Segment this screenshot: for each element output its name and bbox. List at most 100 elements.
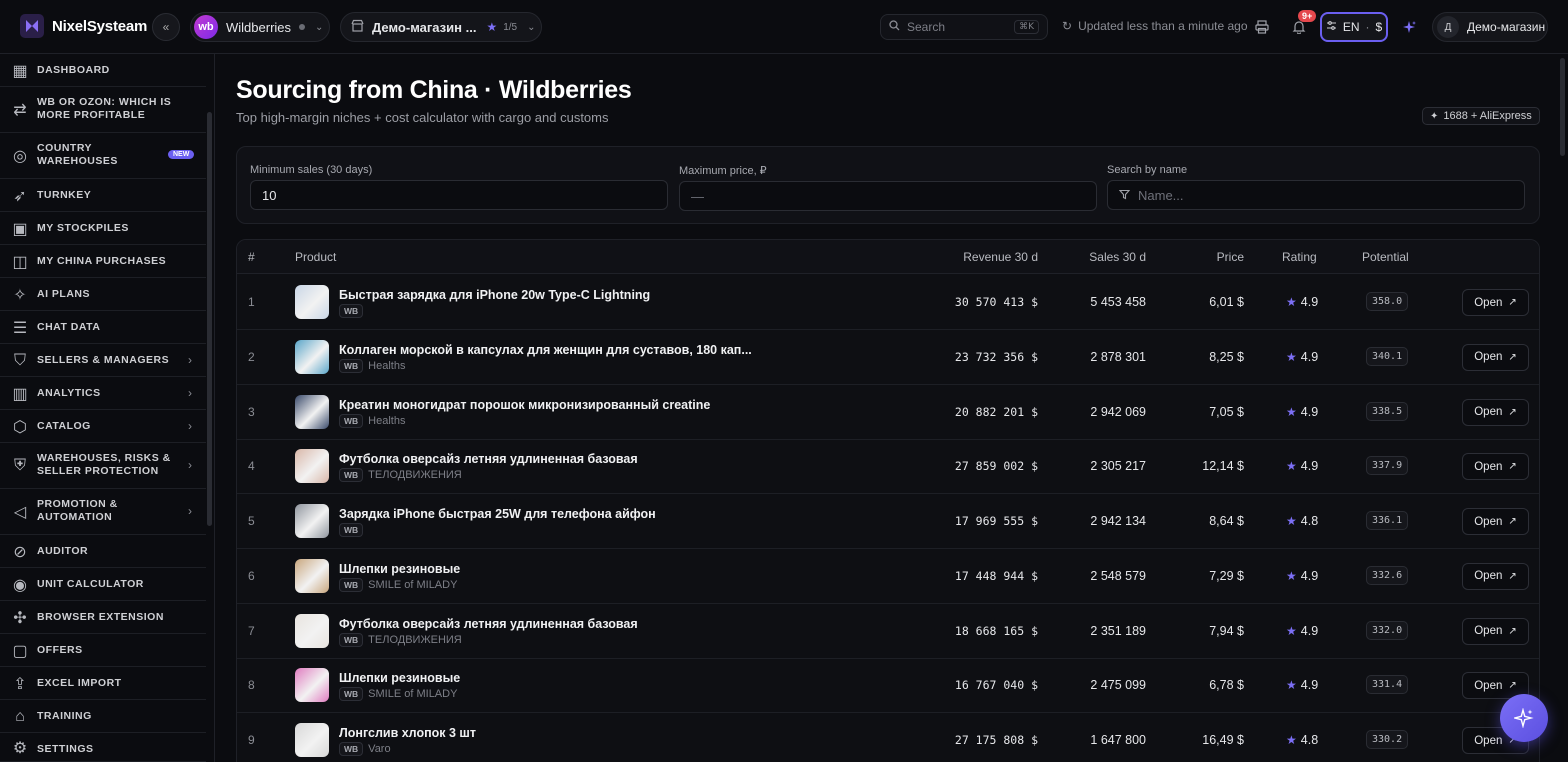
- sidebar-item-unit-calculator[interactable]: ◉ Unit calculator: [0, 568, 206, 601]
- product-thumbnail[interactable]: [295, 339, 329, 374]
- sidebar-item-analytics[interactable]: ▥ Analytics ›: [0, 377, 206, 410]
- open-button[interactable]: Open ↗: [1462, 617, 1529, 645]
- open-button[interactable]: Open ↗: [1462, 343, 1529, 371]
- column-potential[interactable]: Potential: [1362, 250, 1409, 264]
- sidebar-item-turnkey[interactable]: ➶ Turnkey: [0, 179, 206, 212]
- sales-cell: 2 548 579: [1090, 568, 1146, 583]
- column-product[interactable]: Product: [295, 250, 336, 264]
- column-revenue[interactable]: Revenue 30 d: [963, 250, 1038, 264]
- product-brand: ТЕЛОДВИЖЕНИЯ: [368, 469, 462, 482]
- table-row[interactable]: 5 Зарядка iPhone быстрая 25W для телефона…: [237, 494, 1539, 549]
- product-thumbnail[interactable]: [295, 449, 329, 484]
- product-thumbnail[interactable]: [295, 394, 329, 429]
- marketplace-tag: WB: [339, 742, 364, 756]
- sidebar-item-promotion-automation[interactable]: ◁ Promotion & Automation ›: [0, 489, 206, 535]
- globe-icon: ◎: [13, 148, 27, 165]
- name-search-input[interactable]: Name...: [1107, 180, 1525, 210]
- notifications-badge: 9+: [1298, 10, 1317, 22]
- table-row[interactable]: 7 Футболка оверсайз летняя удлиненная баз…: [237, 604, 1539, 659]
- product-thumbnail[interactable]: [295, 285, 329, 319]
- ai-chat-fab[interactable]: [1500, 694, 1548, 742]
- table-row[interactable]: 9 Лонгслив хлопок 3 шт WB Varo 27 175 808 $ 1…: [237, 713, 1539, 762]
- print-button[interactable]: [1251, 16, 1273, 38]
- rating-cell: ★ 4.9: [1286, 459, 1318, 473]
- open-button[interactable]: Open ↗: [1462, 508, 1529, 535]
- column-rating[interactable]: Rating: [1282, 250, 1317, 264]
- product-meta: WB ТЕЛОДВИЖЕНИЯ: [339, 632, 462, 647]
- product-title[interactable]: Быстрая зарядка для iPhone 20w Type-C Li…: [339, 288, 650, 302]
- app-logo[interactable]: NixelSysteam: [20, 14, 147, 38]
- sparkle-icon: ✧: [13, 286, 27, 304]
- marketplace-tag: WB: [339, 413, 364, 428]
- table-row[interactable]: 8 Шлепки резиновые WB SMILE of MILADY 16 767…: [237, 658, 1539, 714]
- product-thumbnail[interactable]: [295, 504, 329, 538]
- sidebar-item-training[interactable]: ⌂ Training: [0, 700, 206, 733]
- product-title[interactable]: Шлепки резиновые: [339, 562, 460, 576]
- sidebar-item-catalog[interactable]: ⬡ Catalog ›: [0, 410, 206, 443]
- product-title[interactable]: Зарядка iPhone быстрая 25W для телефона …: [339, 507, 656, 521]
- product-title[interactable]: Креатин моногидрат порошок микронизирова…: [339, 398, 710, 412]
- table-row[interactable]: 6 Шлепки резиновые WB SMILE of MILADY 17 448…: [237, 549, 1539, 604]
- star-icon: ★: [1286, 349, 1297, 364]
- column-price[interactable]: Price: [1217, 250, 1244, 264]
- sidebar-item-my-china-purchases[interactable]: ◫ My China purchases: [0, 245, 206, 278]
- separator-dot: ·: [1365, 20, 1370, 34]
- rating-value: 4.8: [1300, 733, 1319, 747]
- store-selector[interactable]: Демо-магазин ... ★ 1/5 ⌄: [340, 12, 542, 42]
- sidebar-item-warehouses-risks-seller-protection[interactable]: ⛨ Warehouses, risks & seller protection ›: [0, 443, 206, 489]
- sidebar-item-auditor[interactable]: ⊘ Auditor: [0, 535, 206, 568]
- min-sales-input[interactable]: 10: [250, 180, 668, 210]
- rating-value: 4.8: [1300, 514, 1319, 528]
- sidebar-item-sellers-managers[interactable]: ⛉ Sellers & Managers ›: [0, 344, 206, 377]
- table-row[interactable]: 1 Быстрая зарядка для iPhone 20w Type-C L…: [237, 275, 1539, 330]
- sidebar-item-country-warehouses[interactable]: ◎ Country warehouses NEW: [0, 133, 206, 179]
- max-price-input[interactable]: —: [679, 181, 1097, 211]
- table-row[interactable]: 4 Футболка оверсайз летняя удлиненная баз…: [237, 439, 1539, 495]
- product-title[interactable]: Шлепки резиновые: [339, 671, 460, 685]
- sidebar-item-dashboard[interactable]: ▦ Dashboard: [0, 54, 206, 87]
- sidebar-item-chat-data[interactable]: ☰ Chat data: [0, 311, 206, 344]
- avatar: Д: [1437, 16, 1459, 38]
- sidebar-scrollbar[interactable]: [207, 112, 212, 526]
- price-cell: 8,25 $: [1209, 349, 1244, 364]
- product-thumbnail[interactable]: [295, 613, 329, 648]
- product-title[interactable]: Коллаген морской в капсулах для женщин д…: [339, 343, 752, 357]
- sidebar-item-ai-plans[interactable]: ✧ AI Plans: [0, 278, 206, 311]
- main-scrollbar[interactable]: [1560, 58, 1565, 156]
- table-row[interactable]: 3 Креатин моногидрат порошок микронизиров…: [237, 385, 1539, 440]
- table-row[interactable]: 2 Коллаген морской в капсулах для женщин …: [237, 330, 1539, 385]
- ai-assistant-button[interactable]: [1398, 16, 1420, 38]
- product-title[interactable]: Футболка оверсайз летняя удлиненная базо…: [339, 617, 638, 631]
- open-button[interactable]: Open ↗: [1462, 398, 1529, 426]
- product-title[interactable]: Лонгслив хлопок 3 шт: [339, 726, 476, 740]
- product-thumbnail[interactable]: [295, 668, 329, 703]
- sidebar-item-wb-or-ozon-which-is-more-profitable[interactable]: ⇄ WB or Ozon: which is more profitable: [0, 87, 206, 133]
- sidebar-item-my-stockpiles[interactable]: ▣ My stockpiles: [0, 212, 206, 245]
- potential-badge: 331.4: [1366, 675, 1409, 695]
- sidebar-item-offers[interactable]: ▢ Offers: [0, 634, 206, 667]
- sidebar-item-excel-import[interactable]: ⇪ Excel import: [0, 667, 206, 700]
- product-thumbnail[interactable]: [295, 558, 329, 593]
- collapse-sidebar-button[interactable]: «: [152, 13, 180, 41]
- price-cell: 12,14 $: [1202, 459, 1244, 474]
- language-currency-button[interactable]: EN · $: [1320, 12, 1388, 42]
- star-icon: ★: [1286, 568, 1297, 583]
- sidebar-item-browser-extension[interactable]: ✣ Browser extension: [0, 601, 206, 634]
- product-meta: WB Healths: [339, 413, 405, 428]
- sidebar-item-settings[interactable]: ⚙ Settings: [0, 733, 206, 762]
- price-cell: 6,01 $: [1209, 295, 1244, 309]
- box-icon: ▣: [12, 220, 28, 238]
- product-title[interactable]: Футболка оверсайз летняя удлиненная базо…: [339, 452, 638, 466]
- chevron-right-icon: ›: [188, 352, 192, 367]
- open-button[interactable]: Open ↗: [1462, 289, 1529, 316]
- rating-value: 4.9: [1300, 623, 1319, 638]
- revenue-cell: 27 175 808 $: [954, 733, 1038, 747]
- open-button[interactable]: Open ↗: [1462, 453, 1529, 481]
- global-search-input[interactable]: Search ⌘K: [880, 14, 1048, 40]
- column-sales[interactable]: Sales 30 d: [1089, 250, 1146, 264]
- user-menu[interactable]: Д Демо-магазин: [1432, 12, 1548, 42]
- revenue-cell: 17 969 555 $: [954, 514, 1038, 528]
- product-thumbnail[interactable]: [295, 723, 329, 757]
- marketplace-selector[interactable]: wb Wildberries ⌄: [190, 12, 330, 42]
- open-button[interactable]: Open ↗: [1462, 562, 1529, 590]
